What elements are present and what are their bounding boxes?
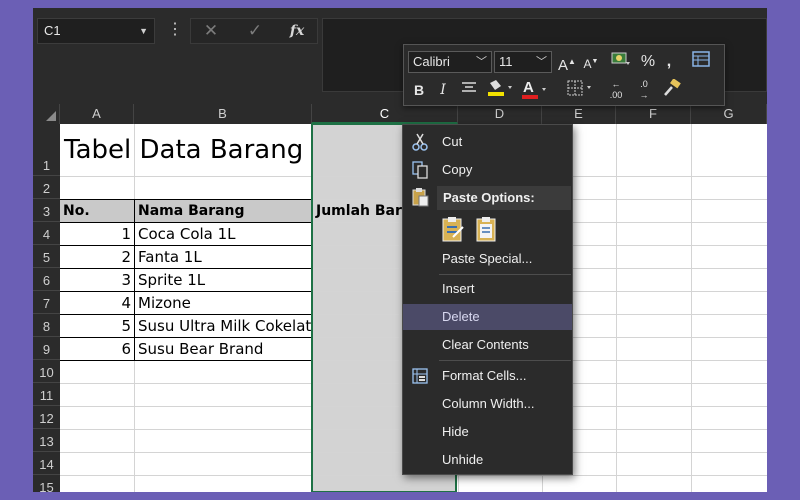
column-header-b[interactable]: B [134,104,312,124]
column-header-d[interactable]: D [458,104,542,124]
copy-icon [410,160,430,180]
cell-no[interactable]: 2 [60,246,134,268]
insert-function-button[interactable]: fx [279,19,315,43]
cell-no[interactable]: 4 [60,292,134,314]
fill-color-icon[interactable] [484,79,516,101]
cell-name[interactable]: Sprite 1L [135,269,312,291]
menu-item-clear-contents[interactable]: Clear Contents [403,332,572,358]
format-table-icon[interactable] [688,51,714,73]
column-headers: A B C D E F G [33,104,767,124]
excel-window: C1 ▼ ⋮ ✕ ✓ fx A B C D E F G 1 2 3 4 5 6 … [33,8,767,492]
font-name-dropdown[interactable]: Calibri ﹀ [408,51,492,73]
header-name[interactable]: Nama Barang [135,200,312,222]
select-all-button[interactable] [33,104,60,124]
menu-item-column-width[interactable]: Column Width... [403,391,572,417]
menu-item-format-cells[interactable]: Format Cells... [403,363,572,389]
decrease-decimal-icon[interactable]: .0 → [632,79,656,101]
scissors-icon [410,132,430,152]
comma-style-icon[interactable]: , [662,51,676,73]
chevron-down-icon: ﹀ [536,56,547,68]
cell-no[interactable]: 3 [60,269,134,291]
bold-button[interactable]: B [410,79,428,101]
percent-style-icon[interactable]: % [640,51,656,73]
cell-name[interactable]: Fanta 1L [135,246,312,268]
row-header[interactable]: 6 [33,268,60,291]
format-cells-icon [410,366,430,386]
row-header[interactable]: 13 [33,429,60,452]
row-headers: 1 2 3 4 5 6 7 8 9 10 11 12 13 14 15 [33,124,60,492]
font-size-value: 11 [499,54,513,69]
row-header[interactable]: 14 [33,452,60,475]
formula-buttons: ✕ ✓ fx [190,18,318,44]
name-box-value: C1 [44,23,61,38]
column-header-a[interactable]: A [60,104,134,124]
menu-item-insert[interactable]: Insert [403,276,572,302]
menu-item-copy[interactable]: Copy [403,157,572,183]
row-header[interactable]: 15 [33,475,60,492]
column-header-c[interactable]: C [312,104,458,124]
row-header[interactable]: 2 [33,176,60,199]
menu-item-paste-special[interactable]: Paste Special... [403,246,572,272]
paste-options-header: Paste Options: [437,186,571,210]
cell-no[interactable]: 6 [60,338,134,360]
increase-decimal-icon[interactable]: ← .00 [604,79,628,101]
italic-button[interactable]: I [434,79,452,101]
row-header[interactable]: 8 [33,314,60,337]
sheet-title[interactable]: Tabel Data Barang [60,124,320,176]
chevron-down-icon: ﹀ [476,56,487,68]
grow-font-icon[interactable]: A▲ [558,51,576,74]
enter-icon[interactable]: ✓ [237,19,273,43]
menu-item-hide[interactable]: Hide [403,419,572,445]
borders-icon[interactable] [564,79,596,101]
accounting-format-icon[interactable] [608,51,634,73]
cell-no[interactable]: 1 [60,223,134,245]
row-header[interactable]: 9 [33,337,60,360]
menu-item-cut[interactable]: Cut [403,129,572,155]
cancel-icon[interactable]: ✕ [193,19,229,43]
cell-name[interactable]: Mizone [135,292,312,314]
row-header[interactable]: 4 [33,222,60,245]
header-no[interactable]: No. [60,200,134,222]
row-header[interactable]: 3 [33,199,60,222]
context-menu: Cut Copy Paste Options: Paste Special...… [402,124,573,475]
caret-down-icon[interactable]: ▼ [139,19,148,43]
align-center-icon[interactable] [458,79,480,101]
row-header[interactable]: 12 [33,406,60,429]
row-header[interactable]: 7 [33,291,60,314]
paste-icon [410,187,430,207]
more-options-icon[interactable]: ⋮ [167,18,183,44]
paste-values-icon[interactable] [473,215,503,243]
cell-no[interactable]: 5 [60,315,134,337]
column-header-f[interactable]: F [616,104,691,124]
row-header[interactable]: 10 [33,360,60,383]
row-header[interactable]: 1 [33,124,60,176]
menu-item-delete[interactable]: Delete [403,304,572,330]
column-header-e[interactable]: E [542,104,616,124]
font-size-dropdown[interactable]: 11 ﹀ [494,51,552,73]
mini-toolbar: Calibri ﹀ 11 ﹀ A▲ A▼ % , B I A ← .00 .0 … [403,44,725,106]
cell-name[interactable]: Susu Bear Brand [135,338,312,360]
cell-name[interactable]: Susu Ultra Milk Cokelat [135,315,312,337]
font-color-icon[interactable]: A [520,79,552,101]
shrink-font-icon[interactable]: A▼ [582,51,600,73]
cell-name[interactable]: Coca Cola 1L [135,223,312,245]
column-header-g[interactable]: G [691,104,767,124]
paste-formatting-icon[interactable] [439,215,469,243]
name-box[interactable]: C1 ▼ [37,18,155,44]
row-header[interactable]: 11 [33,383,60,406]
format-painter-icon[interactable] [660,78,684,101]
menu-item-unhide[interactable]: Unhide [403,447,572,473]
row-header[interactable]: 5 [33,245,60,268]
font-name-value: Calibri [413,54,450,69]
